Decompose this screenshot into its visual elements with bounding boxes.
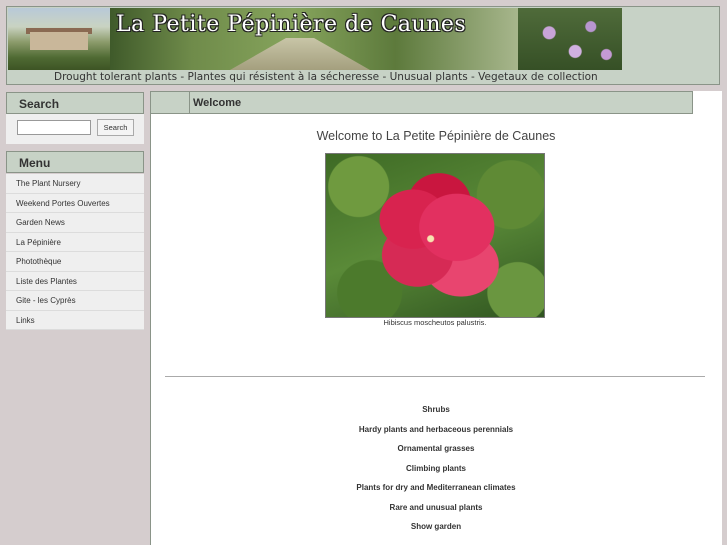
- site-tagline: Drought tolerant plants - Plantes qui ré…: [54, 71, 598, 83]
- menu-item-gite[interactable]: Gite - les Cyprès: [6, 291, 144, 311]
- menu-item-liste-des-plantes[interactable]: Liste des Plantes: [6, 272, 144, 291]
- category-links: Shrubs Hardy plants and herbaceous peren…: [150, 405, 722, 542]
- menu-item-garden-news[interactable]: Garden News: [6, 213, 144, 233]
- menu-heading: Menu: [6, 151, 144, 173]
- category-link-dry-climates[interactable]: Plants for dry and Mediterranean climate…: [150, 483, 722, 503]
- menu-item-phototheque[interactable]: Photothèque: [6, 252, 144, 272]
- content-header: Welcome: [150, 91, 693, 114]
- category-link-shrubs[interactable]: Shrubs: [150, 405, 722, 425]
- search-button[interactable]: Search: [97, 119, 134, 136]
- category-link-climbing-plants[interactable]: Climbing plants: [150, 464, 722, 484]
- menu-item-plant-nursery[interactable]: The Plant Nursery: [6, 174, 144, 194]
- content-divider: [165, 376, 705, 377]
- search-box: Search: [6, 114, 144, 144]
- site-header: La Petite Pépinière de Caunes Drought to…: [6, 6, 720, 85]
- search-input[interactable]: [17, 120, 91, 135]
- menu-item-weekend-portes-ouvertes[interactable]: Weekend Portes Ouvertes: [6, 194, 144, 213]
- photo-caption: Hibiscus moscheutos palustris.: [383, 318, 487, 327]
- header-banner[interactable]: La Petite Pépinière de Caunes: [8, 8, 622, 70]
- banner-photo-flowers: [518, 8, 622, 70]
- menu-item-la-pepiniere[interactable]: La Pépinière: [6, 233, 144, 252]
- site-title: La Petite Pépinière de Caunes: [116, 12, 467, 37]
- category-link-show-garden[interactable]: Show garden: [150, 522, 722, 542]
- banner-photo-house: [8, 8, 110, 70]
- category-link-hardy-plants[interactable]: Hardy plants and herbaceous perennials: [150, 425, 722, 445]
- welcome-heading: Welcome to La Petite Pépinière de Caunes: [316, 129, 556, 143]
- category-link-rare-plants[interactable]: Rare and unusual plants: [150, 503, 722, 523]
- section-title: Welcome: [189, 92, 689, 113]
- category-link-ornamental-grasses[interactable]: Ornamental grasses: [150, 444, 722, 464]
- search-heading: Search: [6, 92, 144, 114]
- hibiscus-photo[interactable]: [325, 153, 545, 318]
- menu-list: The Plant Nursery Weekend Portes Ouverte…: [6, 174, 144, 330]
- menu-item-links[interactable]: Links: [6, 311, 144, 330]
